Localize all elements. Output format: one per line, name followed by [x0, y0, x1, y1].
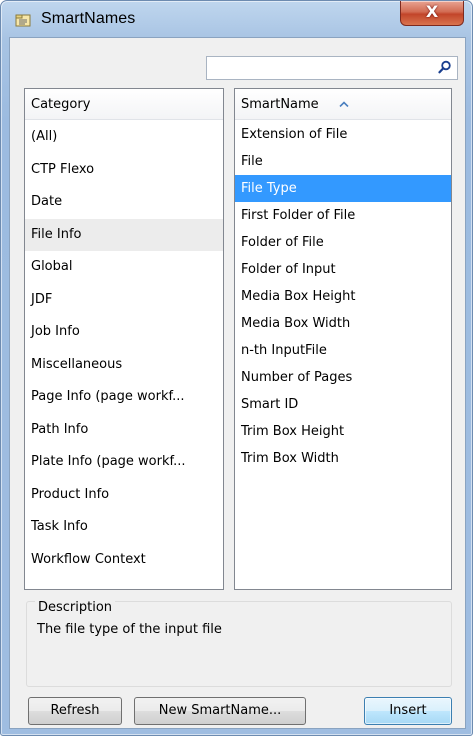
description-label: Description — [35, 600, 116, 615]
category-item[interactable]: JDF — [25, 284, 223, 317]
smartnames-window: SmartNames X Category (All) CTP Flexo Da… — [0, 0, 473, 736]
category-item[interactable]: Global — [25, 251, 223, 284]
smartname-item[interactable]: Trim Box Width — [235, 445, 451, 472]
smartname-item[interactable]: File — [235, 148, 451, 175]
smartname-item[interactable]: n-th InputFile — [235, 337, 451, 364]
smartname-item[interactable]: Media Box Width — [235, 310, 451, 337]
dialog-client-area: Category (All) CTP Flexo Date File Info … — [9, 37, 466, 729]
close-icon: X — [425, 2, 439, 21]
category-item[interactable]: CTP Flexo — [25, 154, 223, 187]
category-item[interactable]: Page Info (page workf... — [25, 381, 223, 414]
smartnames-folder-icon — [15, 14, 31, 27]
new-smartname-button[interactable]: New SmartName... — [134, 697, 306, 725]
smartname-item[interactable]: Number of Pages — [235, 364, 451, 391]
smartname-item[interactable]: Trim Box Height — [235, 418, 451, 445]
category-header-label: Category — [31, 97, 91, 112]
title-bar[interactable]: SmartNames X — [1, 1, 472, 37]
smartname-header-label: SmartName — [241, 97, 319, 112]
insert-button[interactable]: Insert — [364, 697, 452, 725]
category-item[interactable]: Product Info — [25, 479, 223, 512]
smartname-item[interactable]: Smart ID — [235, 391, 451, 418]
category-item[interactable]: Plate Info (page workf... — [25, 446, 223, 479]
category-item[interactable]: File Info — [25, 218, 223, 251]
smartname-item[interactable]: Folder of Input — [235, 256, 451, 283]
smartname-item-selected[interactable]: File Type — [235, 175, 451, 202]
close-button[interactable]: X — [400, 1, 464, 26]
category-items: (All) CTP Flexo Date File Info Global JD… — [25, 121, 223, 576]
description-group: Description The file type of the input f… — [26, 600, 452, 687]
category-item[interactable]: Workflow Context — [25, 544, 223, 577]
category-column-header[interactable]: Category — [25, 89, 223, 120]
category-item[interactable]: Path Info — [25, 414, 223, 447]
search-input[interactable] — [206, 56, 458, 80]
smartname-items: Extension of File File File Type First F… — [235, 121, 451, 472]
smartname-item[interactable]: Extension of File — [235, 121, 451, 148]
category-item[interactable]: (All) — [25, 121, 223, 154]
refresh-button[interactable]: Refresh — [28, 697, 122, 725]
smartname-item[interactable]: Folder of File — [235, 229, 451, 256]
category-item[interactable]: Task Info — [25, 511, 223, 544]
smartname-item[interactable]: First Folder of File — [235, 202, 451, 229]
category-item[interactable]: Miscellaneous — [25, 349, 223, 382]
category-item[interactable]: Job Info — [25, 316, 223, 349]
smartname-column-header[interactable]: SmartName — [235, 89, 451, 120]
smartname-list[interactable]: SmartName Extension of File File File Ty… — [234, 88, 452, 590]
sort-ascending-icon — [339, 101, 349, 107]
category-list[interactable]: Category (All) CTP Flexo Date File Info … — [24, 88, 224, 590]
smartname-item[interactable]: Media Box Height — [235, 283, 451, 310]
description-text: The file type of the input file — [37, 622, 222, 637]
window-title: SmartNames — [41, 10, 136, 27]
search-icon[interactable] — [438, 60, 452, 74]
category-item[interactable]: Date — [25, 186, 223, 219]
